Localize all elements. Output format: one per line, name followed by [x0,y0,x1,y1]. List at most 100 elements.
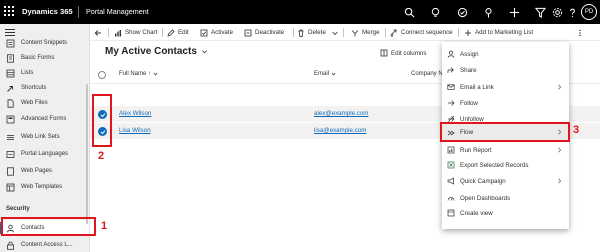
sequence-icon [390,29,397,37]
menu-item-label: Create view [460,209,493,217]
menu-item-run-report[interactable]: Run Report [442,142,569,158]
contact-email-link[interactable]: lisa@example.com [314,127,366,134]
menu-item-label: Assign [460,50,479,58]
edit-icon [167,28,175,37]
deactivate-label: Deactivate [255,29,285,36]
add-to-marketing-list-label: Add to Marketing List [475,29,534,36]
show-chart-button[interactable]: Show Chart [114,26,157,39]
assign-icon [447,50,455,58]
sidebar-item-portal-languages[interactable]: Portal Languages [0,146,89,162]
command-bar: Show Chart Edit Activate Deactivate Dele… [90,24,600,41]
sidebar-item-label: Shortcuts [21,85,47,91]
sidebar-item-web-pages[interactable]: Web Pages [0,163,89,179]
menu-item-label: Follow [460,99,478,107]
search-icon[interactable] [400,3,418,21]
edit-columns-button[interactable]: Edit columns [380,49,426,57]
snippet-icon [6,39,15,48]
page-icon [6,166,15,176]
back-arrow-icon[interactable] [94,26,105,39]
deactivate-button[interactable]: Deactivate [244,26,284,39]
chevron-right-icon [558,147,562,153]
pin-icon[interactable] [479,3,497,21]
contact-name-link[interactable]: Alex Wilson [119,110,151,117]
lightbulb-icon[interactable] [426,3,444,21]
task-icon[interactable] [453,3,471,21]
view-icon [447,209,455,217]
annotation-number-1: 1 [101,220,108,232]
sidebar-item-advanced-forms[interactable]: Advanced Forms [0,111,89,127]
menu-item-follow[interactable]: Follow [442,95,569,111]
activate-button[interactable]: Activate [200,26,233,39]
sidebar-item-content-access-levels[interactable]: Content Access L... [0,237,89,252]
sidebar-item-label: Advanced Forms [21,116,67,122]
edit-button[interactable]: Edit [167,26,189,39]
menu-item-open-dashboards[interactable]: Open Dashboards [442,190,569,206]
app-name[interactable]: Portal Management [86,7,149,16]
help-icon[interactable] [563,3,581,21]
sidebar-item-label: Web Files [21,100,48,106]
merge-button[interactable]: Merge [351,26,380,39]
contact-email-link[interactable]: alex@example.com [314,110,368,117]
menu-item-email-a-link[interactable]: Email a Link [442,79,569,95]
shortcut-icon [6,84,15,93]
menu-item-create-view[interactable]: Create view [442,205,569,221]
column-header-company[interactable]: Company N [411,71,443,77]
sidebar-item-label: Content Access L... [21,242,73,248]
delete-button[interactable]: Delete [297,26,326,39]
sidebar-item-basic-forms[interactable]: Basic Forms [0,50,89,66]
command-divider [162,28,163,37]
sidebar-item-web-files[interactable]: Web Files [0,95,89,111]
file-icon [6,98,15,108]
command-divider [108,28,109,37]
language-icon [6,150,15,159]
contact-name-link[interactable]: Lisa Wilson [119,127,151,134]
sidebar-item-content-snippets[interactable]: Content Snippets [0,35,89,51]
add-to-marketing-list-button[interactable]: Add to Marketing List [464,26,533,39]
plus-icon[interactable] [505,3,523,21]
menu-item-label: Share [460,66,477,74]
menu-item-quick-campaign[interactable]: Quick Campaign [442,173,569,189]
brand-title[interactable]: Dynamics 365 [22,7,73,16]
menu-item-export-selected-records[interactable]: Export Selected Records [442,157,569,173]
sidebar-item-lists[interactable]: Lists [0,65,89,81]
more-icon[interactable] [576,26,587,39]
email-icon [447,84,455,90]
annotation-box-contacts [1,217,96,236]
list-icon [6,69,15,78]
filter-icon[interactable] [531,3,549,21]
merge-label: Merge [362,29,380,36]
view-title: My Active Contacts [105,46,197,57]
column-header-email[interactable]: Email [314,71,336,77]
sidebar-item-web-link-sets[interactable]: Web Link Sets [0,129,89,145]
share-icon [447,67,454,73]
activate-label: Activate [211,29,234,36]
delete-dropdown-chevron-icon[interactable] [331,26,342,39]
sidebar-section-security: Security [6,206,30,212]
export-icon [447,161,455,169]
sidebar-item-web-templates[interactable]: Web Templates [0,179,89,195]
menu-item-share[interactable]: Share [442,62,569,78]
select-all-checkbox[interactable] [98,71,106,79]
lock-icon [6,241,15,250]
sidebar-scrollbar[interactable] [86,84,88,224]
form-icon [6,53,15,63]
avatar[interactable]: PD [581,4,597,20]
columns-icon [380,49,388,57]
campaign-icon [447,177,454,185]
connect-sequence-button[interactable]: Connect sequence [390,26,453,39]
delete-icon [298,29,304,37]
edit-label: Edit [178,29,189,36]
column-header-full-name[interactable]: Full Name ↑ [119,71,158,77]
top-navigation-bar: Dynamics 365 Portal Management PD [0,0,600,24]
annotation-box-flow [440,122,570,142]
menu-item-label: Run Report [460,146,492,154]
command-divider [343,28,344,37]
sidebar-item-label: Lists [21,70,34,76]
report-icon [447,146,455,154]
form-icon [6,115,15,124]
menu-item-assign[interactable]: Assign [442,46,569,62]
sidebar-item-shortcuts[interactable]: Shortcuts [0,80,89,96]
app-launcher-icon[interactable] [3,5,16,18]
annotation-number-3: 3 [573,124,580,136]
view-selector[interactable]: My Active Contacts [105,46,208,57]
